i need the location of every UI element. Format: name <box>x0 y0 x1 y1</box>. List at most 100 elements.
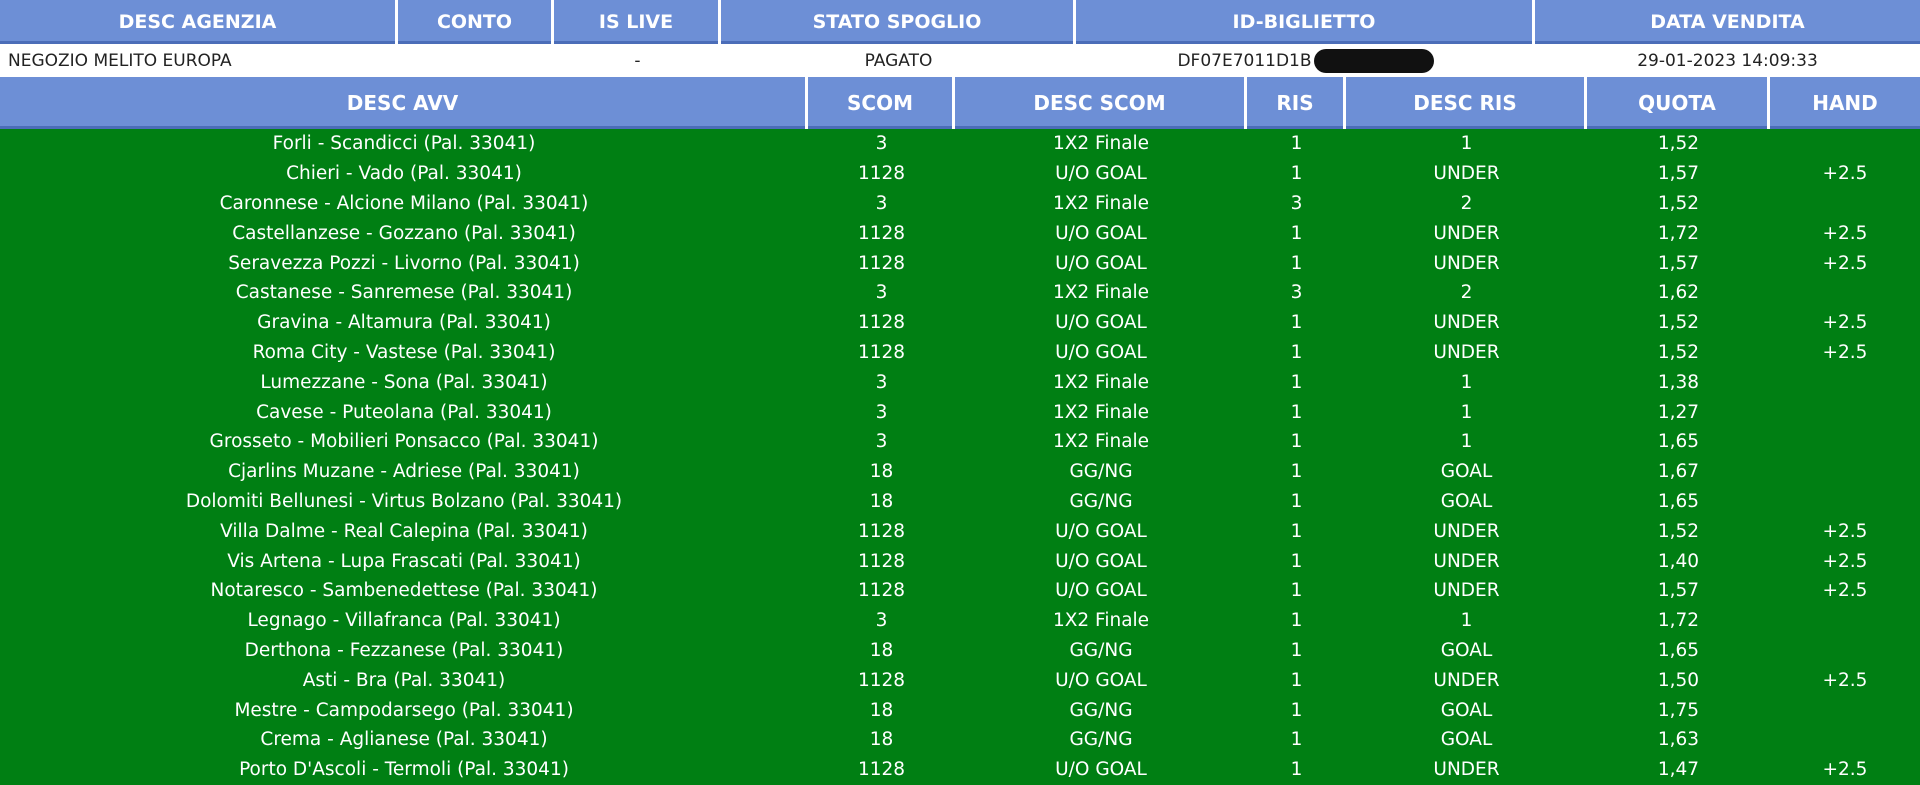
cell-ris: 1 <box>1290 490 1303 512</box>
cell-scom: 1128 <box>857 669 906 691</box>
cell-desc-scom: U/O GOAL <box>1055 252 1147 274</box>
cell-hand <box>1770 725 1920 755</box>
bet-ticket-view: DESC AGENZIA CONTO IS LIVE STATO SPOGLIO… <box>0 0 1920 785</box>
cell-scom: 1128 <box>857 163 906 185</box>
cell-desc-ris: 2 <box>1460 282 1473 304</box>
table-row: Mestre - Campodarsego (Pal. 33041) 18 GG/N… <box>0 695 1920 725</box>
cell-ris: 1 <box>1290 163 1303 185</box>
cell-hand <box>1770 189 1920 219</box>
cell-ris: 1 <box>1290 729 1303 751</box>
cell-desc-avv: Porto D'Ascoli - Termoli (Pal. 33041) <box>239 759 569 781</box>
header-stato-spoglio: STATO SPOGLIO <box>721 0 1076 44</box>
cell-ris: 1 <box>1290 669 1303 691</box>
cell-quota: 1,72 <box>1657 610 1700 632</box>
cell-desc-ris: UNDER <box>1433 759 1500 781</box>
header-quota: QUOTA <box>1587 77 1770 129</box>
cell-desc-avv: Gravina - Altamura (Pal. 33041) <box>257 312 551 334</box>
table-row: Porto D'Ascoli - Termoli (Pal. 33041) 112… <box>0 755 1920 785</box>
cell-desc-ris: UNDER <box>1433 520 1500 542</box>
cell-ris: 1 <box>1290 580 1303 602</box>
cell-desc-ris: UNDER <box>1433 550 1500 572</box>
id-biglietto-value: DF07E7011D1B <box>1177 50 1312 71</box>
cell-desc-ris: UNDER <box>1433 222 1500 244</box>
cell-desc-ris: UNDER <box>1433 163 1500 185</box>
cell-desc-ris: GOAL <box>1440 639 1493 661</box>
cell-ris: 1 <box>1290 520 1303 542</box>
ticket-info-row: NEGOZIO MELITO EUROPA - PAGATO DF07E7011… <box>0 44 1920 78</box>
cell-desc-ris: GOAL <box>1440 699 1493 721</box>
cell-desc-ris: UNDER <box>1433 252 1500 274</box>
cell-scom: 18 <box>869 639 894 661</box>
cell-quota: 1,52 <box>1657 341 1700 363</box>
header-desc-scom: DESC SCOM <box>955 77 1247 129</box>
header-desc-agenzia: DESC AGENZIA <box>0 0 398 44</box>
cell-desc-avv: Villa Dalme - Real Calepina (Pal. 33041) <box>220 520 588 542</box>
cell-quota: 1,65 <box>1657 490 1700 512</box>
cell-scom: 1128 <box>857 222 906 244</box>
cell-scom: 18 <box>869 729 894 751</box>
cell-desc-avv: Vis Artena - Lupa Frascati (Pal. 33041) <box>227 550 581 572</box>
cell-desc-scom: U/O GOAL <box>1055 163 1147 185</box>
table-row: Villa Dalme - Real Calepina (Pal. 33041)… <box>0 516 1920 546</box>
info-data-vendita: 29-01-2023 14:09:33 <box>1637 50 1818 71</box>
cell-ris: 1 <box>1290 222 1303 244</box>
header-ris: RIS <box>1247 77 1346 129</box>
cell-quota: 1,67 <box>1657 461 1700 483</box>
cell-scom: 18 <box>869 490 894 512</box>
cell-ris: 1 <box>1290 401 1303 423</box>
cell-desc-avv: Cavese - Puteolana (Pal. 33041) <box>256 401 552 423</box>
cell-desc-scom: 1X2 Finale <box>1052 401 1150 423</box>
cell-desc-ris: GOAL <box>1440 490 1493 512</box>
cell-quota: 1,57 <box>1657 252 1700 274</box>
cell-desc-avv: Castellanzese - Gozzano (Pal. 33041) <box>232 222 576 244</box>
cell-hand <box>1770 129 1920 159</box>
cell-quota: 1,27 <box>1657 401 1700 423</box>
cell-ris: 1 <box>1290 759 1303 781</box>
cell-scom: 1128 <box>857 341 906 363</box>
cell-hand: +2.5 <box>1822 550 1868 572</box>
cell-desc-avv: Mestre - Campodarsego (Pal. 33041) <box>234 699 574 721</box>
cell-hand <box>1770 278 1920 308</box>
cell-scom: 1128 <box>857 759 906 781</box>
cell-desc-scom: 1X2 Finale <box>1052 610 1150 632</box>
cell-desc-scom: U/O GOAL <box>1055 669 1147 691</box>
cell-ris: 1 <box>1290 133 1303 155</box>
table-row: Legnago - Villafranca (Pal. 33041) 3 1X2 F… <box>0 606 1920 636</box>
table-row: Notaresco - Sambenedettese (Pal. 33041) 1… <box>0 576 1920 606</box>
cell-desc-scom: 1X2 Finale <box>1052 133 1150 155</box>
cell-ris: 3 <box>1290 192 1303 214</box>
cell-scom: 1128 <box>857 312 906 334</box>
cell-desc-scom: U/O GOAL <box>1055 341 1147 363</box>
cell-desc-avv: Cjarlins Muzane - Adriese (Pal. 33041) <box>228 461 580 483</box>
cell-quota: 1,65 <box>1657 639 1700 661</box>
header-is-live: IS LIVE <box>554 0 721 44</box>
cell-ris: 1 <box>1290 252 1303 274</box>
cell-desc-ris: GOAL <box>1440 729 1493 751</box>
cell-quota: 1,63 <box>1657 729 1700 751</box>
cell-desc-avv: Legnago - Villafranca (Pal. 33041) <box>247 610 561 632</box>
cell-desc-scom: 1X2 Finale <box>1052 431 1150 453</box>
cell-desc-ris: UNDER <box>1433 312 1500 334</box>
cell-quota: 1,52 <box>1657 192 1700 214</box>
cell-desc-scom: 1X2 Finale <box>1052 371 1150 393</box>
info-is-live: - <box>634 50 641 71</box>
cell-desc-ris: 2 <box>1460 192 1473 214</box>
events-table-header: DESC AVV SCOM DESC SCOM RIS DESC RIS QUO… <box>0 77 1920 129</box>
cell-hand: +2.5 <box>1822 759 1868 781</box>
table-row: Cjarlins Muzane - Adriese (Pal. 33041) 18… <box>0 457 1920 487</box>
table-row: Seravezza Pozzi - Livorno (Pal. 33041) 11… <box>0 248 1920 278</box>
cell-ris: 1 <box>1290 699 1303 721</box>
cell-desc-avv: Caronnese - Alcione Milano (Pal. 33041) <box>219 192 589 214</box>
header-hand: HAND <box>1770 77 1920 129</box>
cell-desc-ris: 1 <box>1460 371 1473 393</box>
cell-scom: 1128 <box>857 520 906 542</box>
header-scom: SCOM <box>808 77 955 129</box>
cell-hand: +2.5 <box>1822 222 1868 244</box>
cell-desc-scom: U/O GOAL <box>1055 759 1147 781</box>
cell-desc-ris: 1 <box>1460 610 1473 632</box>
cell-desc-avv: Asti - Bra (Pal. 33041) <box>302 669 506 691</box>
cell-hand: +2.5 <box>1822 163 1868 185</box>
cell-desc-scom: U/O GOAL <box>1055 520 1147 542</box>
cell-desc-ris: UNDER <box>1433 669 1500 691</box>
table-row: Lumezzane - Sona (Pal. 33041) 3 1X2 Finale… <box>0 367 1920 397</box>
